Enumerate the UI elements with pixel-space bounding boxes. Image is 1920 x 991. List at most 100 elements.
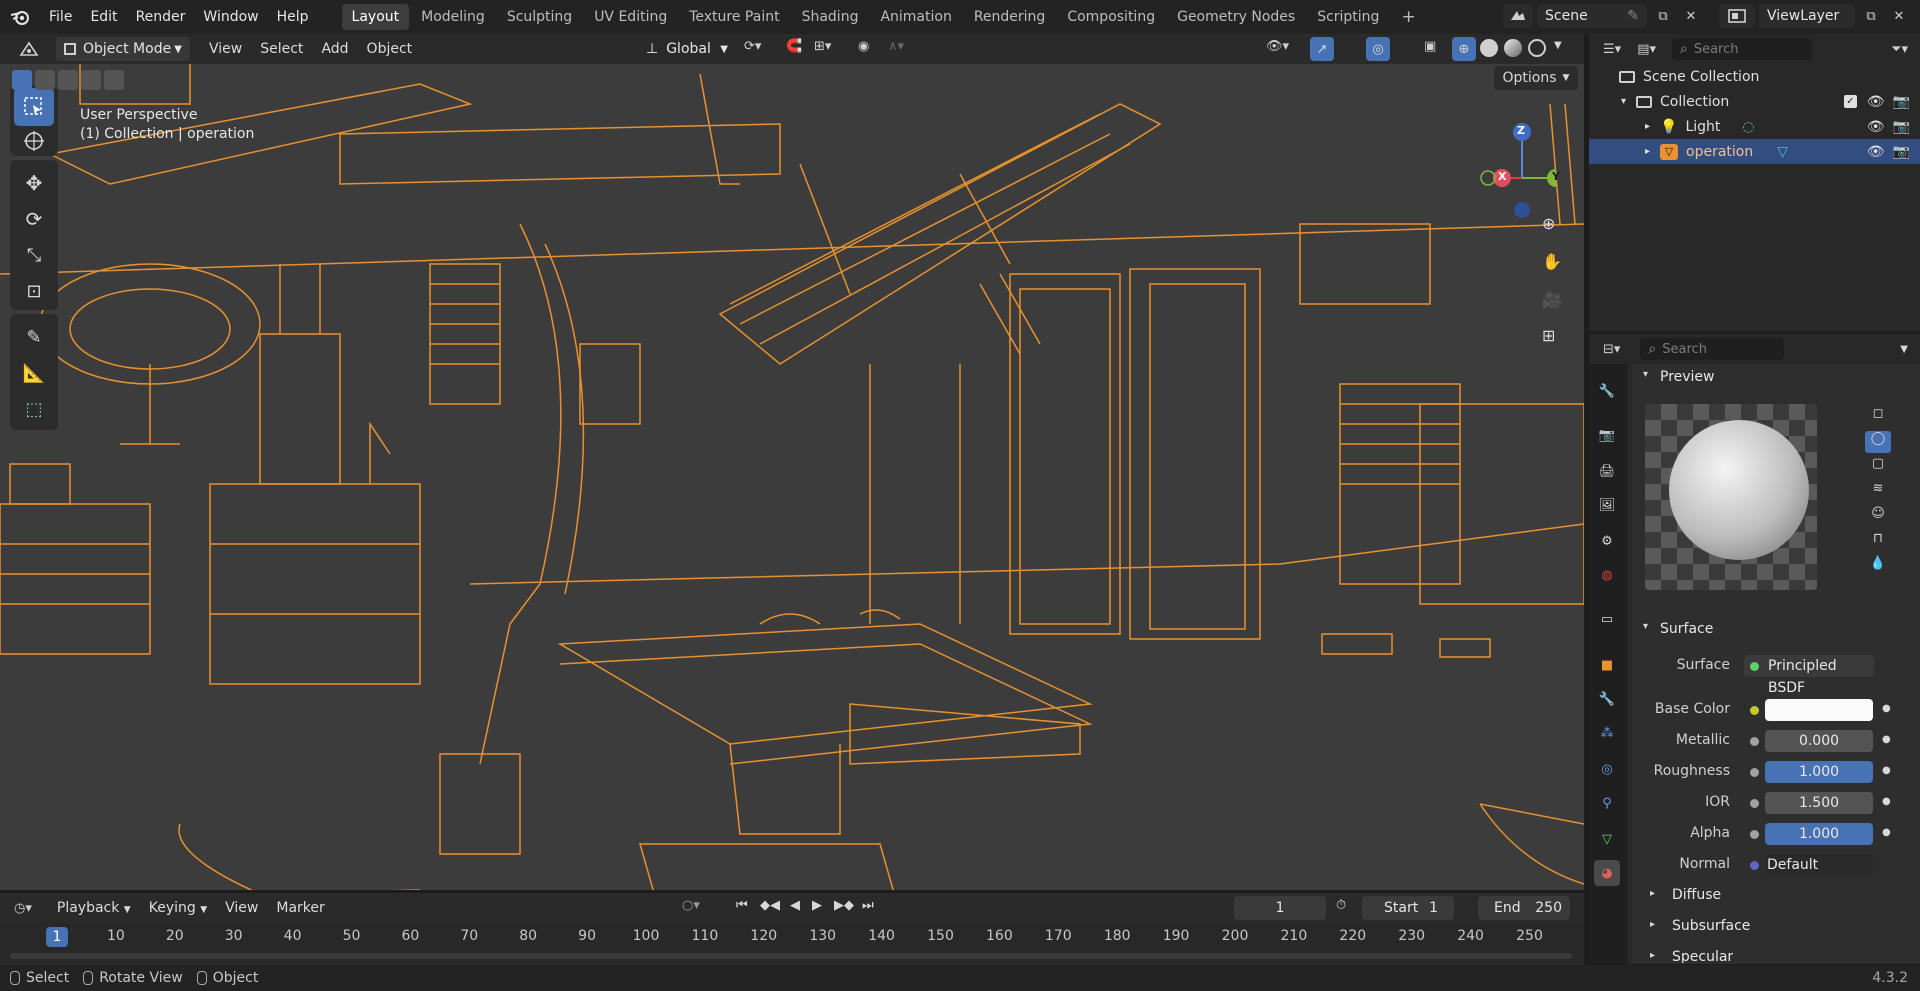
chevron-right-icon[interactable]: ▸ xyxy=(1645,121,1650,132)
scene-field[interactable]: Scene ✎ xyxy=(1537,4,1647,28)
pivot-icon[interactable]: ⟳▾ xyxy=(744,39,761,54)
view-layer-tab-icon[interactable]: 🖼 xyxy=(1594,492,1620,518)
options-dropdown[interactable]: Options ▼ xyxy=(1494,66,1578,90)
auto-key-icon[interactable]: ○▾ xyxy=(682,898,700,913)
shading-options-icon[interactable]: ▼ xyxy=(1554,40,1562,51)
add-cube-tool[interactable]: ⬚ xyxy=(14,390,54,428)
camera-icon[interactable]: 📷 xyxy=(1893,144,1910,160)
world-tab-icon[interactable]: ◍ xyxy=(1594,562,1620,588)
view-layer-field[interactable]: ViewLayer xyxy=(1759,4,1855,28)
tab-rendering[interactable]: Rendering xyxy=(964,4,1056,30)
shading-solid-icon[interactable] xyxy=(1480,39,1498,57)
current-frame-field[interactable]: 1 xyxy=(1234,896,1326,920)
menu-view[interactable]: View xyxy=(200,36,251,62)
rotate-tool[interactable]: ⟳ xyxy=(14,200,54,238)
zoom-icon[interactable]: ⊕ xyxy=(1542,214,1555,233)
specular-subpanel[interactable]: Specular xyxy=(1672,949,1733,963)
metallic-field[interactable]: 0.000 xyxy=(1765,730,1873,752)
timeline-track[interactable]: 1 10 20 30 40 50 60 70 80 90 100 110 120 130 140 150 16… xyxy=(0,923,1584,965)
prev-keyframe-icon[interactable]: ◆◀ xyxy=(760,898,780,913)
visibility-icon[interactable]: 👁▾ xyxy=(1266,39,1289,54)
tab-animation[interactable]: Animation xyxy=(870,4,961,30)
ortho-toggle-icon[interactable]: ⊞ xyxy=(1542,326,1555,345)
preview-flat-icon[interactable]: ◻ xyxy=(1865,406,1891,428)
menu-add[interactable]: Add xyxy=(312,36,357,62)
output-tab-icon[interactable]: 🖨 xyxy=(1594,458,1620,484)
menu-timeline-view[interactable]: View xyxy=(216,895,267,921)
keyframe-dot-icon[interactable]: ● xyxy=(1882,734,1891,745)
end-frame-field[interactable]: End 250 xyxy=(1478,896,1570,920)
view-layer-icon[interactable] xyxy=(1719,4,1755,28)
cursor-tool[interactable] xyxy=(14,122,54,160)
scene-tab-icon[interactable]: ⚙ xyxy=(1594,528,1620,554)
preview-section-label[interactable]: Preview xyxy=(1660,369,1715,385)
chevron-right-icon[interactable]: ▸ xyxy=(1650,919,1655,930)
tab-scripting[interactable]: Scripting xyxy=(1307,4,1389,30)
outliner-item-light[interactable]: ▸ 💡 Light ◌ 👁 📷 xyxy=(1589,114,1920,139)
menu-marker[interactable]: Marker xyxy=(267,895,333,921)
outliner-editor-icon[interactable]: ☰▾ xyxy=(1603,42,1621,57)
filter-icon[interactable]: ⏷▾ xyxy=(1891,42,1908,57)
falloff-icon[interactable]: ∧▾ xyxy=(888,39,904,54)
xray-icon[interactable]: ▣ xyxy=(1424,39,1436,54)
timeline-editor-icon[interactable]: ◷▾ xyxy=(14,901,32,916)
surface-shader-field[interactable]: Principled BSDF xyxy=(1744,655,1874,696)
pan-hand-icon[interactable]: ✋ xyxy=(1542,252,1562,271)
add-workspace-button[interactable]: + xyxy=(1391,4,1425,30)
menu-keying[interactable]: Keying ▼ xyxy=(140,895,216,921)
subsurface-subpanel[interactable]: Subsurface xyxy=(1672,918,1750,934)
preview-monkey-icon[interactable]: ☺ xyxy=(1865,506,1891,528)
snap-target-icon[interactable]: ⊞▾ xyxy=(814,39,831,54)
alpha-field[interactable]: 1.000 xyxy=(1765,823,1873,845)
outliner-scene-collection[interactable]: Scene Collection xyxy=(1589,64,1920,89)
preview-cloth-icon[interactable]: ⊓ xyxy=(1865,531,1891,553)
scale-tool[interactable]: ⤡ xyxy=(14,236,54,274)
camera-view-icon[interactable]: 🎥 xyxy=(1542,290,1562,309)
overlay-toggle-icon[interactable]: ◎ xyxy=(1366,37,1390,61)
chevron-right-icon[interactable]: ▸ xyxy=(1650,888,1655,899)
stopwatch-icon[interactable]: ⏱ xyxy=(1336,898,1346,913)
menu-window[interactable]: Window xyxy=(194,0,267,34)
menu-file[interactable]: File xyxy=(40,0,81,34)
menu-render[interactable]: Render xyxy=(127,0,195,34)
properties-search[interactable]: ⌕ Search xyxy=(1640,338,1785,360)
new-scene-icon[interactable]: ⧉ xyxy=(1651,4,1675,28)
navigation-gizmo[interactable]: Z Y X xyxy=(1476,110,1565,230)
select-new-icon[interactable] xyxy=(12,70,32,90)
jump-start-icon[interactable]: ⏮ xyxy=(736,898,748,913)
preview-hair-icon[interactable]: ≋ xyxy=(1865,481,1891,503)
chevron-right-icon[interactable]: ▸ xyxy=(1650,950,1655,961)
tool-tab-icon[interactable]: 🔧 xyxy=(1594,378,1620,404)
ior-field[interactable]: 1.500 xyxy=(1765,792,1873,814)
shading-rendered-icon[interactable] xyxy=(1528,39,1546,57)
playhead[interactable]: 1 xyxy=(46,927,68,947)
play-icon[interactable]: ▶ xyxy=(812,898,822,913)
select-extend-icon[interactable] xyxy=(35,70,55,90)
tab-texture-paint[interactable]: Texture Paint xyxy=(679,4,789,30)
outliner-search[interactable]: ⌕ Search xyxy=(1672,38,1812,60)
camera-icon[interactable]: 📷 xyxy=(1893,119,1910,135)
tab-modeling[interactable]: Modeling xyxy=(411,4,495,30)
diffuse-subpanel[interactable]: Diffuse xyxy=(1672,887,1721,903)
menu-edit[interactable]: Edit xyxy=(81,0,126,34)
chevron-down-icon[interactable]: ▾ xyxy=(1621,96,1626,107)
start-frame-field[interactable]: Start 1 xyxy=(1362,896,1454,920)
shading-wireframe-icon[interactable]: ⊕ xyxy=(1452,37,1476,61)
chevron-down-icon[interactable]: ▾ xyxy=(1643,369,1648,380)
move-tool[interactable]: ✥ xyxy=(14,164,54,202)
blender-logo-icon[interactable] xyxy=(0,0,40,34)
measure-tool[interactable]: 📐 xyxy=(14,354,54,392)
base-color-field[interactable] xyxy=(1765,699,1873,721)
tab-shading[interactable]: Shading xyxy=(792,4,869,30)
pin-icon[interactable]: ✎ xyxy=(1627,8,1639,24)
chevron-right-icon[interactable]: ▸ xyxy=(1645,146,1650,157)
preview-sphere-icon[interactable]: ◯ xyxy=(1865,431,1891,453)
timeline-scrollbar[interactable] xyxy=(10,953,1572,959)
properties-editor-icon[interactable]: ⊟▾ xyxy=(1603,342,1620,357)
select-subtract-icon[interactable] xyxy=(58,70,78,90)
select-box-tool[interactable] xyxy=(14,88,54,126)
tab-uv-editing[interactable]: UV Editing xyxy=(584,4,677,30)
transform-orientation-dropdown[interactable]: ⊥ Global ▼ xyxy=(638,37,736,61)
eye-icon[interactable]: 👁 xyxy=(1867,119,1885,135)
delete-view-layer-icon[interactable]: ✕ xyxy=(1887,4,1911,28)
